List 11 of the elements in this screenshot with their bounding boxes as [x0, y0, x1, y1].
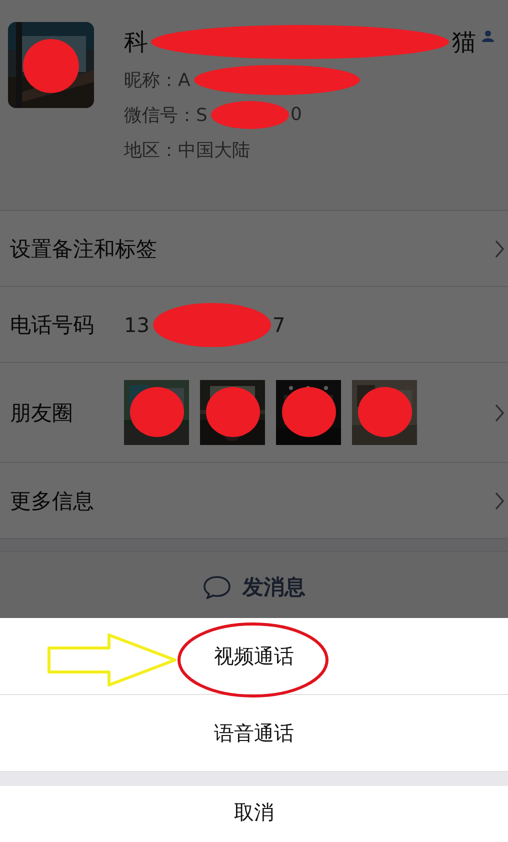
wechat-id-text: 微信号：S [124, 104, 208, 126]
wechat-id-text: 0 [290, 104, 302, 125]
sheet-option[interactable]: 视频通话 [0, 618, 508, 695]
phone-number: 7 [272, 312, 286, 336]
sheet-option[interactable]: 语音通话 [0, 695, 508, 772]
nickname-text: 昵称：A [124, 68, 190, 92]
region-text: 地区：中国大陆 [124, 138, 250, 162]
phone-number: 13 [124, 312, 150, 336]
cancel-button[interactable]: 取消 [0, 786, 508, 842]
contact-name: 猫 [452, 27, 476, 58]
contact-name: 科 [124, 27, 148, 58]
